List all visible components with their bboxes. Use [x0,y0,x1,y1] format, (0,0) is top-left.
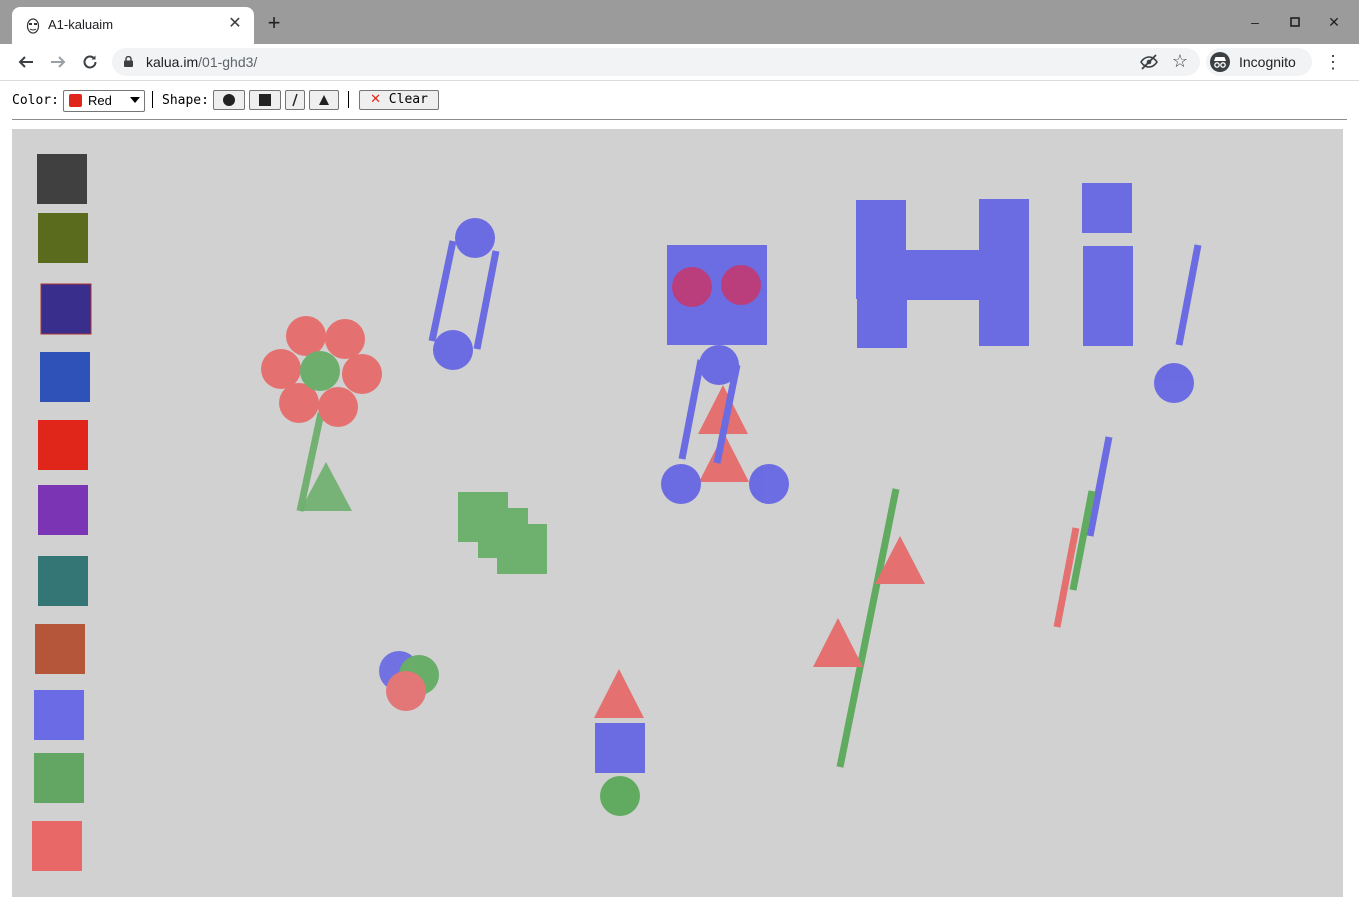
reload-icon[interactable] [78,50,102,74]
shape-triangle-button[interactable] [309,90,339,110]
clear-label: Clear [388,92,428,107]
new-tab-icon[interactable]: + [264,12,284,34]
url-host: kalua.im [146,54,199,70]
address-bar[interactable]: kalua.im/01-ghd3/ ☆ [112,48,1200,76]
close-icon[interactable]: ✕ [1322,12,1346,32]
palette-swatch[interactable] [38,213,88,263]
drawing-canvas[interactable] [12,129,1343,897]
palette-swatch[interactable] [34,753,84,803]
incognito-label: Incognito [1239,54,1296,70]
exclamation-drawing [1154,244,1202,403]
palette-swatch[interactable] [38,556,88,606]
favicon-icon [26,18,40,34]
star-icon[interactable]: ☆ [1172,51,1188,72]
browser-tab[interactable]: A1-kaluaim ✕ [12,7,254,44]
browser-window: A1-kaluaim ✕ + – ✕ kalua.im/01-ghd3/ ☆ I… [0,0,1359,924]
palette-swatch[interactable] [38,420,88,470]
color-select-value: Red [88,93,112,108]
url-path: /01-ghd3/ [198,54,258,70]
browser-toolbar: kalua.im/01-ghd3/ ☆ Incognito ⋮ [0,44,1359,80]
eye-off-icon[interactable] [1140,54,1158,70]
separator [152,91,153,108]
menu-icon[interactable]: ⋮ [1323,51,1343,73]
parallel-lines-drawing [1053,436,1113,628]
palette-swatch[interactable] [32,821,82,871]
overlapping-circles-drawing [379,651,439,711]
tab-close-icon[interactable]: ✕ [226,15,244,33]
page-content: Color: Red Shape: ✕ Clear [0,80,1359,924]
palette-swatch[interactable] [37,154,87,204]
green-squares-drawing [458,492,547,574]
robot-face-drawing [667,245,767,345]
incognito-indicator[interactable]: Incognito [1206,48,1312,76]
cross-mark-icon: ✕ [370,92,381,107]
tab-title: A1-kaluaim [48,17,114,32]
shape-line-button[interactable] [285,90,305,110]
palette-swatch[interactable] [40,283,92,335]
palette-swatch[interactable] [40,352,90,402]
color-label: Color: [12,93,59,108]
diagonal-line-drawing [813,488,925,768]
letter-h-drawing [856,199,1029,348]
figure-drawing [661,345,789,504]
lock-icon[interactable] [124,56,133,67]
tab-strip: A1-kaluaim ✕ + – ✕ [0,0,1359,44]
maximize-icon[interactable] [1283,12,1307,32]
palette-swatch[interactable] [35,624,85,674]
color-select[interactable]: Red [63,90,145,112]
incognito-icon [1210,52,1230,72]
forward-icon[interactable] [46,50,70,74]
palette-swatch[interactable] [34,690,84,740]
clear-button[interactable]: ✕ Clear [359,90,439,110]
divider [12,119,1347,120]
blue-pill-drawing [428,218,500,370]
stacked-shapes-drawing [594,669,645,816]
letter-i-drawing [1082,183,1133,346]
minimize-icon[interactable]: – [1243,12,1267,32]
separator [348,91,349,108]
shape-circle-button[interactable] [213,90,245,110]
palette-swatch[interactable] [38,485,88,535]
back-icon[interactable] [14,50,38,74]
flower-drawing [261,316,382,512]
color-swatch [69,94,82,107]
shape-square-button[interactable] [249,90,281,110]
shape-label: Shape: [162,93,209,108]
canvas-drawing[interactable] [12,129,1343,897]
chevron-down-icon [130,97,140,103]
url-text[interactable]: kalua.im/01-ghd3/ [146,54,257,70]
